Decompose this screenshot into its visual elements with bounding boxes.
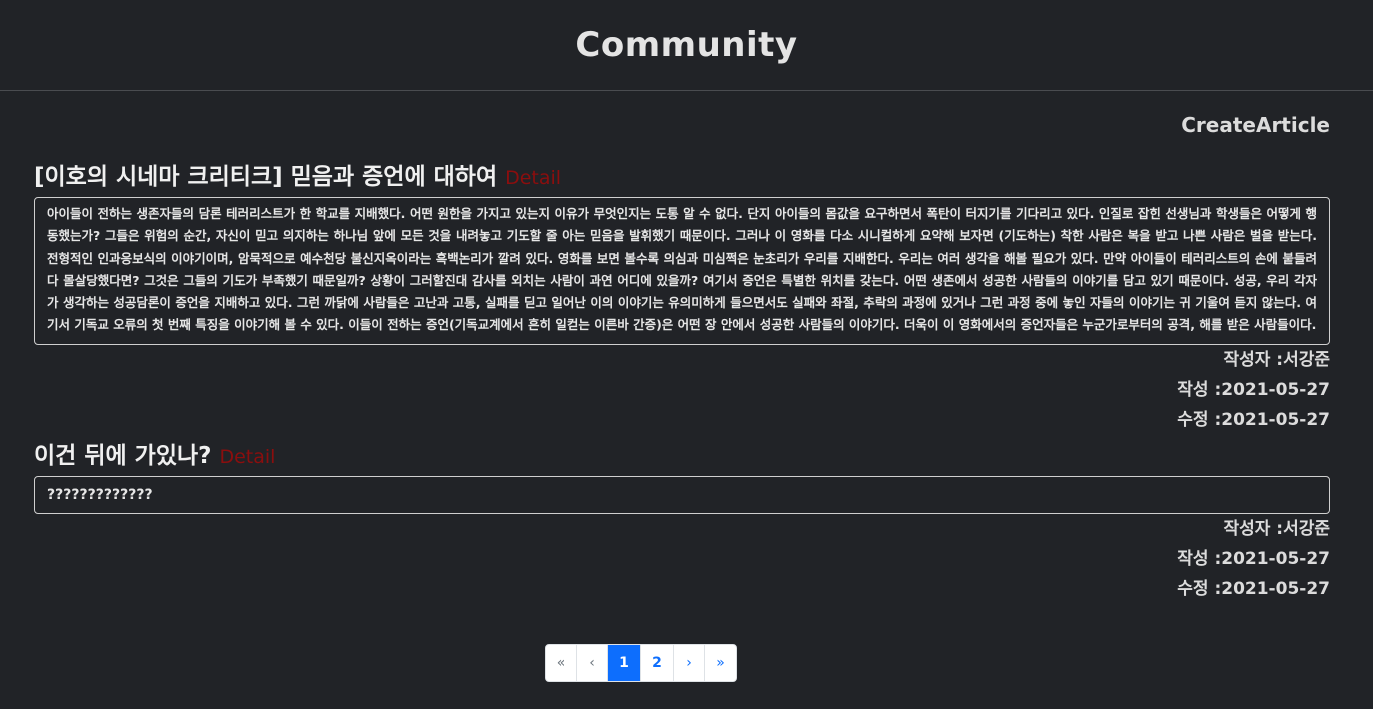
article-updated-date: 수정 :2021-05-27 bbox=[1177, 579, 1330, 600]
article-updated-date: 수정 :2021-05-27 bbox=[1177, 409, 1330, 430]
article-item: 이건 뒤에 가있나? Detail ????????????? 작성자 :서강준… bbox=[34, 436, 1330, 604]
article-header: 이건 뒤에 가있나? Detail bbox=[34, 436, 1330, 469]
pagination-prev-button[interactable]: ‹ bbox=[577, 645, 608, 681]
toolbar: CreateArticle bbox=[34, 91, 1330, 157]
article-item: [이호의 시네마 크리티크] 믿음과 증언에 대하여 Detail 아이들이 전… bbox=[34, 157, 1330, 435]
article-created-date: 작성 :2021-05-27 bbox=[1177, 549, 1330, 570]
pagination-next-button[interactable]: › bbox=[674, 645, 705, 681]
pagination-page-2[interactable]: 2 bbox=[641, 645, 674, 681]
article-title: [이호의 시네마 크리티크] 믿음과 증언에 대하여 bbox=[34, 164, 498, 190]
create-article-link[interactable]: CreateArticle bbox=[1181, 113, 1330, 137]
article-detail-link[interactable]: Detail bbox=[219, 446, 275, 468]
article-content: ????????????? bbox=[34, 475, 1330, 515]
article-detail-link[interactable]: Detail bbox=[505, 167, 561, 189]
article-list-container: CreateArticle [이호의 시네마 크리티크] 믿음과 증언에 대하여… bbox=[0, 91, 1373, 682]
article-author: 작성자 :서강준 bbox=[1223, 519, 1330, 540]
pagination: « ‹ 1 2 › » bbox=[545, 644, 737, 682]
article-meta: 작성자 :서강준 작성 :2021-05-27 수정 :2021-05-27 bbox=[34, 514, 1330, 604]
pagination-page-1[interactable]: 1 bbox=[608, 645, 641, 681]
article-header: [이호의 시네마 크리티크] 믿음과 증언에 대하여 Detail bbox=[34, 157, 1330, 190]
article-created-date: 작성 :2021-05-27 bbox=[1177, 379, 1330, 400]
article-meta: 작성자 :서강준 작성 :2021-05-27 수정 :2021-05-27 bbox=[34, 345, 1330, 435]
pagination-first-button[interactable]: « bbox=[546, 645, 577, 681]
article-title: 이건 뒤에 가있나? bbox=[34, 442, 212, 469]
article-content: 아이들이 전하는 생존자들의 담론 테러리스트가 한 학교를 지배했다. 어떤 … bbox=[34, 197, 1330, 345]
page-title: Community bbox=[575, 25, 798, 65]
pagination-last-button[interactable]: » bbox=[705, 645, 736, 681]
article-author: 작성자 :서강준 bbox=[1223, 349, 1330, 370]
page-header: Community bbox=[0, 0, 1373, 91]
